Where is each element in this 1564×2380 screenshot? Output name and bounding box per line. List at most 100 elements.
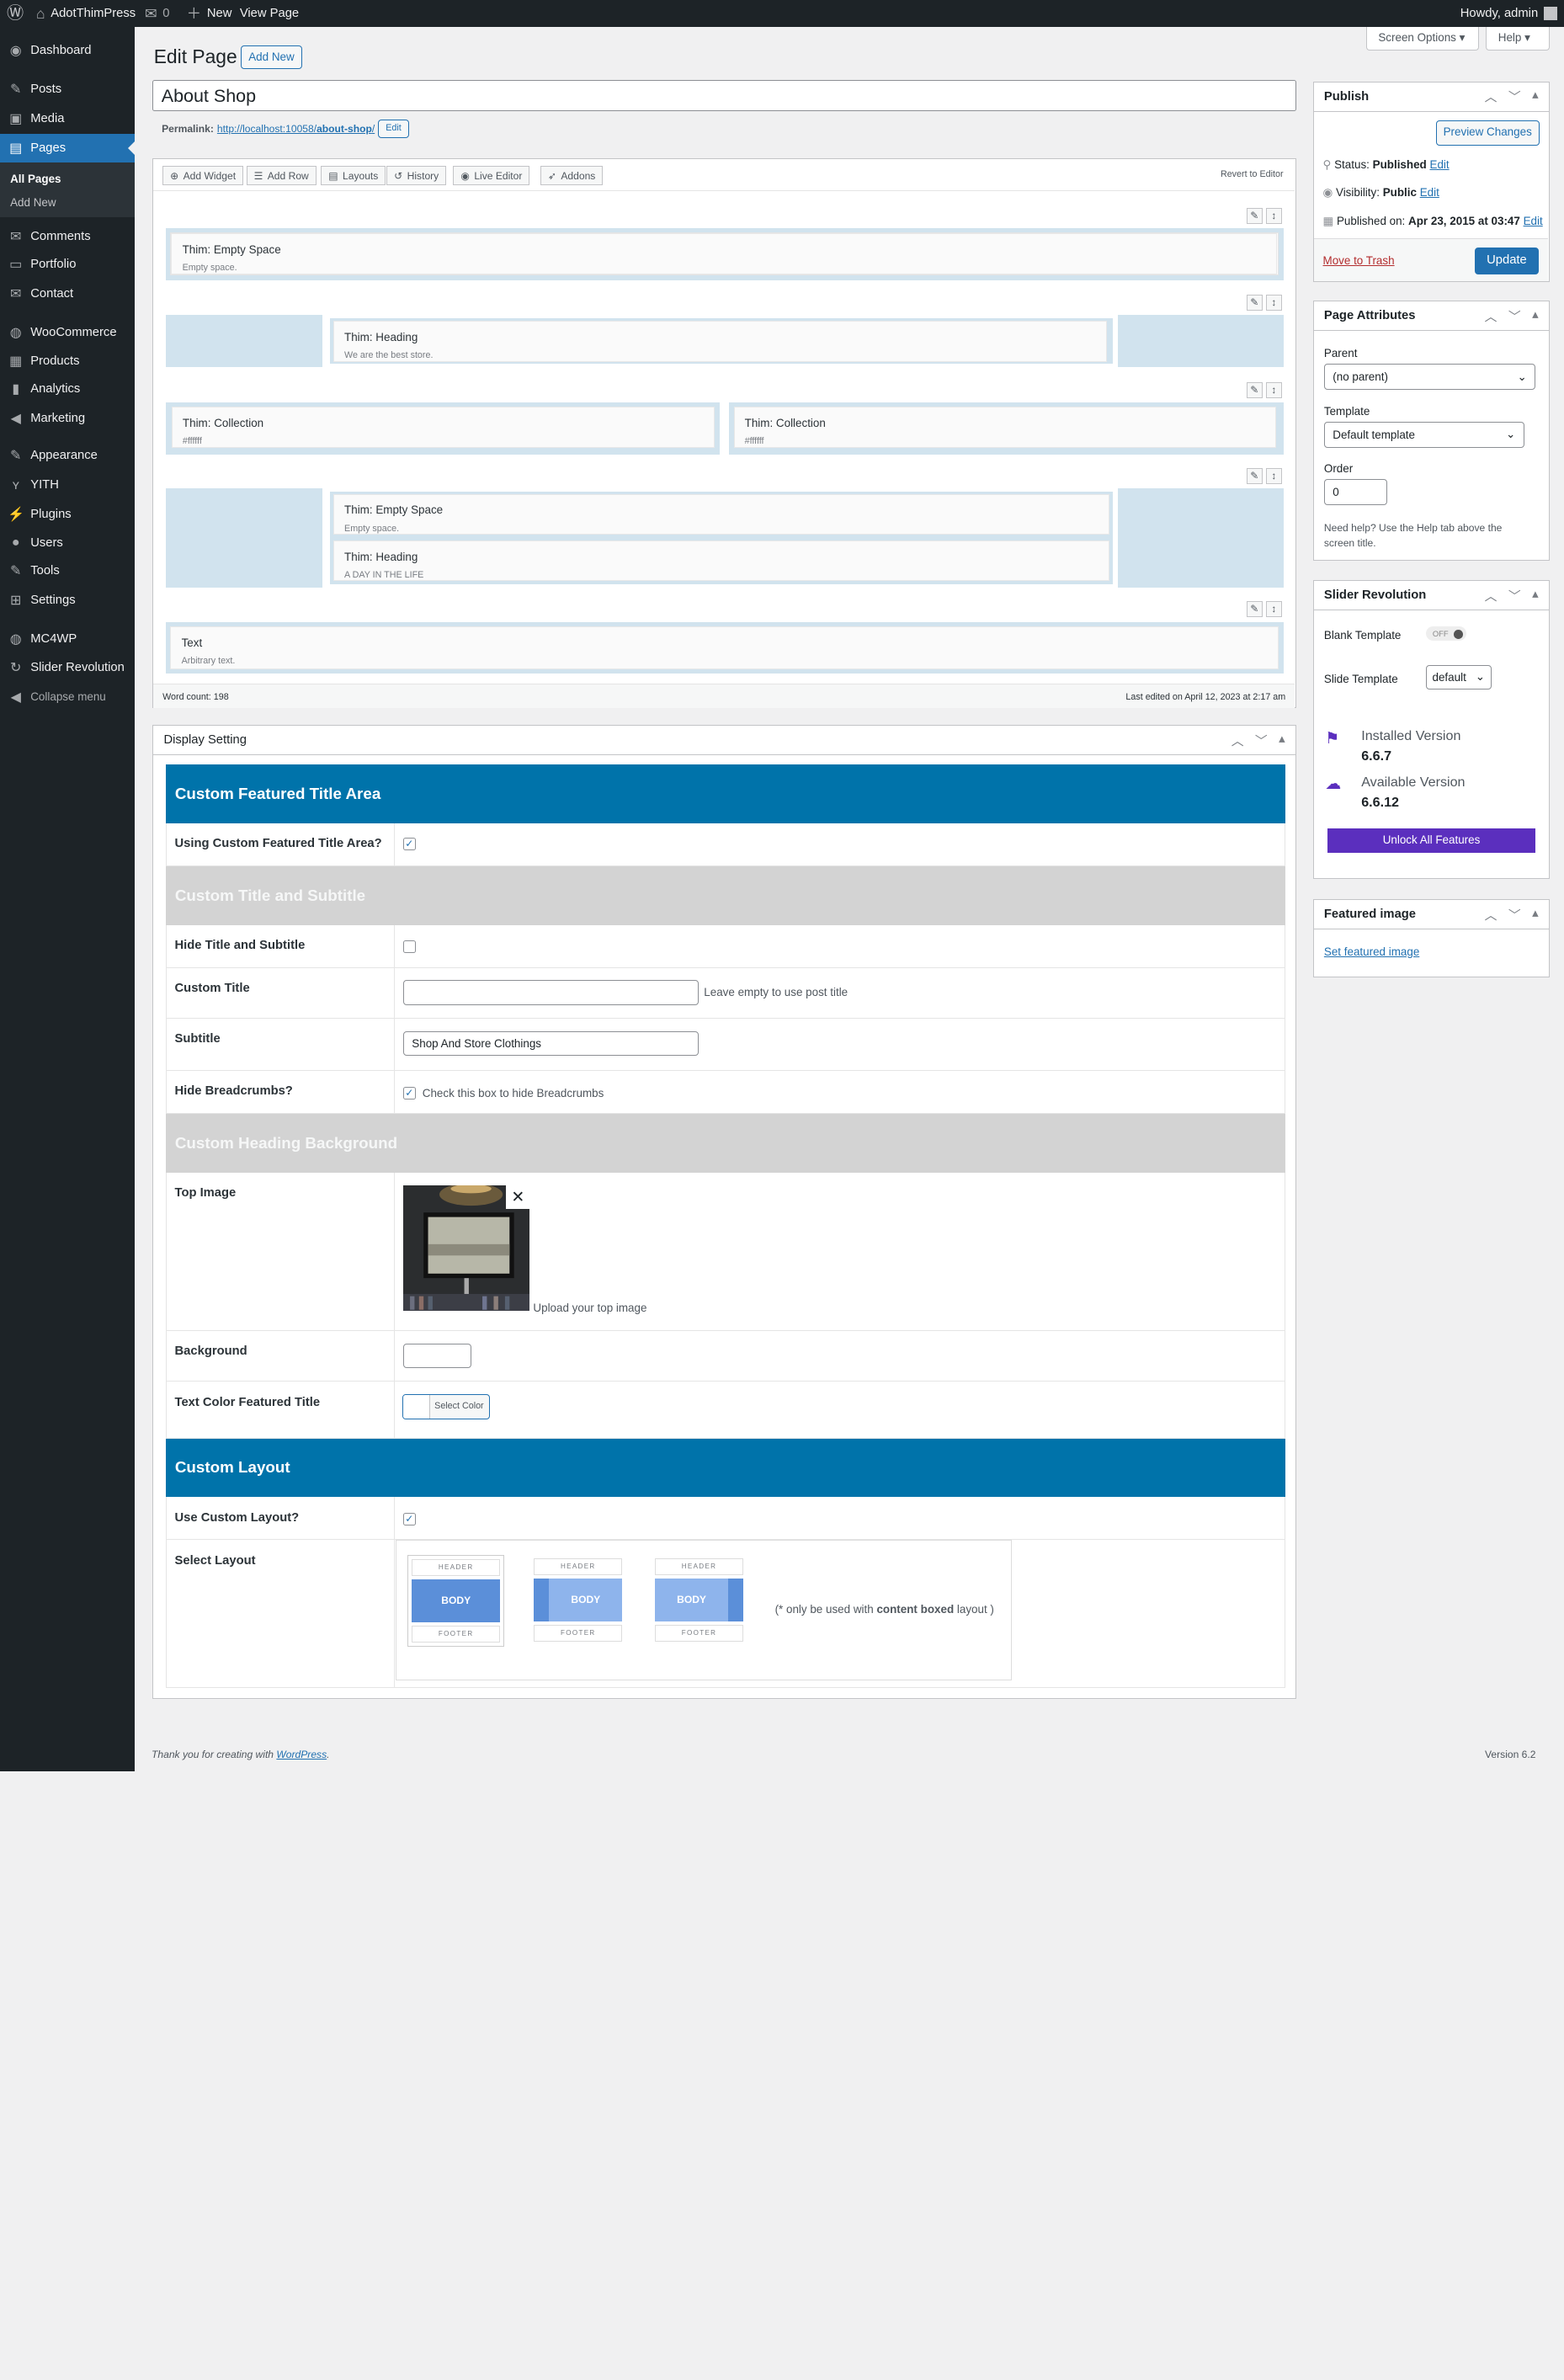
menu-item-pages[interactable]: ▤ Pages bbox=[0, 133, 135, 163]
add-new-page-button[interactable]: Add New bbox=[241, 45, 302, 69]
layout-option-left-sidebar[interactable]: HEADER BODY FOOTER bbox=[534, 1557, 623, 1642]
update-button[interactable]: Update bbox=[1474, 247, 1540, 274]
menu-item-collapse-menu[interactable]: ◀ Collapse menu bbox=[0, 682, 135, 711]
chevron-up-icon[interactable]: ︿ bbox=[1485, 906, 1498, 924]
menu-item-dashboard[interactable]: ◉ Dashboard bbox=[0, 36, 135, 66]
permalink-link[interactable]: http://localhost:10058/about-shop/ bbox=[217, 123, 375, 135]
comments-link[interactable]: ✉ 0 bbox=[145, 0, 170, 27]
history-button[interactable]: ↺ History bbox=[386, 166, 447, 185]
template-select[interactable]: Default template ⌄ bbox=[1323, 421, 1524, 448]
edit-date-link[interactable]: Edit bbox=[1524, 215, 1543, 227]
add-row-button[interactable]: ☰ Add Row bbox=[246, 166, 317, 185]
my-account-link[interactable]: Howdy, admin bbox=[1460, 0, 1557, 27]
subtitle-input[interactable]: Shop And Store Clothings bbox=[402, 1030, 699, 1057]
chevron-down-icon[interactable]: ﹀ bbox=[1508, 906, 1521, 924]
menu-item-media[interactable]: ▣ Media bbox=[0, 104, 135, 134]
menu-item-yith[interactable]: ʏ YITH bbox=[0, 471, 135, 500]
move-to-trash-link[interactable]: Move to Trash bbox=[1323, 254, 1395, 267]
preview-changes-button[interactable]: Preview Changes bbox=[1435, 120, 1540, 146]
wrench-icon[interactable]: ✎ bbox=[1246, 467, 1263, 484]
builder-widget[interactable]: Thim: Empty Space Empty space. bbox=[171, 233, 1278, 274]
wrench-icon[interactable]: ✎ bbox=[1246, 381, 1263, 398]
unlock-all-features-button[interactable]: Unlock All Features bbox=[1327, 828, 1536, 853]
permalink-edit-button[interactable]: Edit bbox=[378, 120, 409, 138]
select-color-button[interactable]: Select Color bbox=[402, 1394, 491, 1419]
menu-item-marketing[interactable]: ◀ Marketing bbox=[0, 404, 135, 434]
submenu-item-add-new[interactable]: Add New bbox=[0, 191, 135, 215]
edit-visibility-link[interactable]: Edit bbox=[1420, 186, 1439, 199]
help-button[interactable]: Help ▾ bbox=[1486, 27, 1550, 51]
custom-title-input[interactable] bbox=[402, 980, 699, 1005]
move-icon[interactable]: ↕ bbox=[1265, 601, 1282, 618]
wrench-icon[interactable]: ✎ bbox=[1246, 295, 1263, 311]
layouts-button[interactable]: ▤ Layouts bbox=[321, 166, 386, 185]
chevron-down-icon[interactable]: ﹀ bbox=[1508, 88, 1521, 105]
menu-item-settings[interactable]: ⊞ Settings bbox=[0, 586, 135, 615]
layout-option-full[interactable]: HEADER BODY FOOTER bbox=[407, 1554, 505, 1647]
menu-item-appearance[interactable]: ✎ Appearance bbox=[0, 441, 135, 471]
collapse-triangle-icon[interactable]: ▴ bbox=[1532, 906, 1538, 924]
live-editor-button[interactable]: ◉ Live Editor bbox=[453, 166, 530, 185]
use-custom-featured-checkbox[interactable]: ✓ bbox=[402, 838, 416, 850]
chevron-up-icon[interactable]: ︿ bbox=[1485, 307, 1498, 325]
menu-item-plugins[interactable]: ⚡ Plugins bbox=[0, 500, 135, 530]
menu-item-slider-revolution[interactable]: ↻ Slider Revolution bbox=[0, 652, 135, 682]
menu-item-portfolio[interactable]: ▭ Portfolio bbox=[0, 250, 135, 280]
blank-template-toggle[interactable]: OFF bbox=[1425, 626, 1467, 642]
site-name-link[interactable]: ⌂ AdotThimPress bbox=[36, 0, 136, 27]
chevron-down-icon[interactable]: ﹀ bbox=[1255, 732, 1268, 749]
menu-item-tools[interactable]: ✎ Tools bbox=[0, 556, 135, 586]
hide-breadcrumbs-checkbox[interactable]: ✓ bbox=[402, 1086, 416, 1099]
remove-image-close-icon[interactable]: ✕ bbox=[506, 1185, 530, 1209]
parent-select[interactable]: (no parent) ⌄ bbox=[1323, 364, 1536, 391]
hide-title-checkbox[interactable] bbox=[402, 940, 416, 954]
move-icon[interactable]: ↕ bbox=[1265, 467, 1282, 484]
wordpress-logo-icon[interactable]: Ⓦ bbox=[7, 0, 24, 27]
menu-item-analytics[interactable]: ▮ Analytics bbox=[0, 375, 135, 404]
move-icon[interactable]: ↕ bbox=[1265, 207, 1282, 224]
chevron-up-icon[interactable]: ︿ bbox=[1485, 587, 1498, 604]
builder-widget[interactable]: Text Arbitrary text. bbox=[170, 626, 1279, 669]
collapse-triangle-icon[interactable]: ▴ bbox=[1532, 88, 1538, 105]
menu-item-woocommerce[interactable]: ◍ WooCommerce bbox=[0, 318, 135, 348]
wrench-icon[interactable]: ✎ bbox=[1246, 601, 1263, 618]
add-widget-button[interactable]: ⊕ Add Widget bbox=[162, 166, 244, 185]
screen-options-button[interactable]: Screen Options ▾ bbox=[1365, 27, 1480, 51]
background-color-input[interactable] bbox=[402, 1343, 471, 1369]
slide-template-select[interactable]: default ⌄ bbox=[1425, 664, 1492, 690]
revert-to-editor-link[interactable]: Revert to Editor bbox=[1221, 169, 1284, 179]
set-featured-image-link[interactable]: Set featured image bbox=[1324, 945, 1419, 958]
menu-item-mc4wp[interactable]: ◍ MC4WP bbox=[0, 625, 135, 654]
collapse-triangle-icon[interactable]: ▴ bbox=[1532, 587, 1538, 604]
chevron-up-icon[interactable]: ︿ bbox=[1485, 88, 1498, 105]
edit-status-link[interactable]: Edit bbox=[1430, 158, 1450, 171]
order-input[interactable]: 0 bbox=[1323, 479, 1388, 506]
chevron-up-icon[interactable]: ︿ bbox=[1232, 732, 1244, 749]
builder-widget[interactable]: Thim: Heading A DAY IN THE LIFE bbox=[332, 540, 1109, 582]
builder-widget[interactable]: Thim: Heading We are the best store. bbox=[332, 321, 1107, 362]
menu-item-comments[interactable]: ✉ Comments bbox=[0, 221, 135, 251]
menu-item-users[interactable]: ● Users bbox=[0, 528, 135, 557]
chevron-down-icon[interactable]: ﹀ bbox=[1508, 587, 1521, 604]
builder-widget[interactable]: Thim: Collection #ffffff bbox=[733, 407, 1277, 448]
addons-button[interactable]: ➶ Addons bbox=[540, 166, 604, 185]
chevron-down-icon[interactable]: ﹀ bbox=[1508, 307, 1521, 325]
wrench-icon[interactable]: ✎ bbox=[1246, 207, 1263, 224]
move-icon[interactable]: ↕ bbox=[1265, 295, 1282, 311]
title-input[interactable]: About Shop bbox=[152, 80, 1296, 111]
move-icon[interactable]: ↕ bbox=[1265, 381, 1282, 398]
megaphone-icon: ◀ bbox=[10, 411, 21, 427]
collapse-triangle-icon[interactable]: ▴ bbox=[1279, 732, 1285, 749]
new-content-link[interactable]: ＋ New bbox=[187, 0, 232, 27]
view-page-link[interactable]: View Page bbox=[240, 0, 299, 27]
menu-item-posts[interactable]: ✎ Posts bbox=[0, 75, 135, 104]
collapse-triangle-icon[interactable]: ▴ bbox=[1532, 307, 1538, 325]
use-custom-layout-checkbox[interactable]: ✓ bbox=[402, 1513, 416, 1525]
menu-item-products[interactable]: ▦ Products bbox=[0, 346, 135, 375]
menu-item-contact[interactable]: ✉ Contact bbox=[0, 280, 135, 309]
layout-option-right-sidebar[interactable]: HEADER BODY FOOTER bbox=[655, 1557, 743, 1642]
wordpress-link[interactable]: WordPress bbox=[276, 1749, 327, 1760]
builder-widget[interactable]: Thim: Collection #ffffff bbox=[171, 407, 715, 448]
submenu-item-all-pages[interactable]: All Pages bbox=[0, 168, 135, 191]
builder-widget[interactable]: Thim: Empty Space Empty space. bbox=[332, 493, 1109, 535]
